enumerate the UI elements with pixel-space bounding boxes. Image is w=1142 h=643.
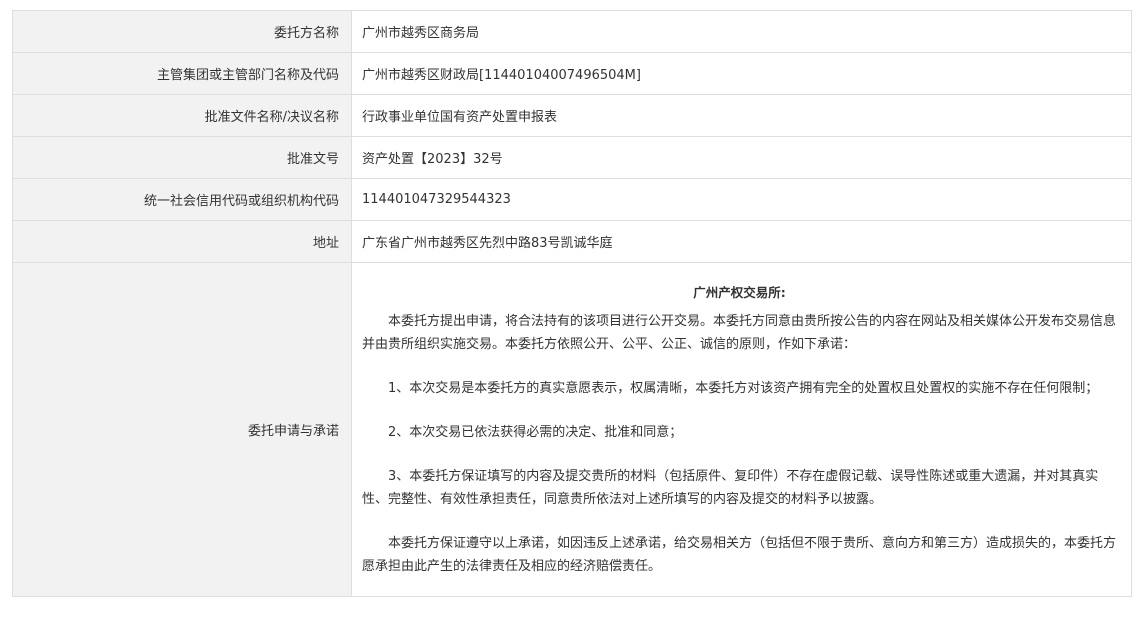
table-row: 批准文号 资产处置【2023】32号 xyxy=(12,136,1132,179)
commitment-content: 广州产权交易所: 本委托方提出申请，将合法持有的该项目进行公开交易。本委托方同意… xyxy=(351,262,1132,597)
row-label-client-name: 委托方名称 xyxy=(12,10,352,53)
commitment-paragraph: 1、本次交易是本委托方的真实意愿表示，权属清晰，本委托方对该资产拥有完全的处置权… xyxy=(388,381,1099,396)
table-row: 委托方名称 广州市越秀区商务局 xyxy=(12,10,1132,53)
row-value-client-name: 广州市越秀区商务局 xyxy=(351,10,1132,53)
table-row: 统一社会信用代码或组织机构代码 114401047329544323 xyxy=(12,178,1132,221)
table-row-commitment: 委托申请与承诺 广州产权交易所: 本委托方提出申请，将合法持有的该项目进行公开交… xyxy=(12,262,1132,597)
project-info-table: 委托方名称 广州市越秀区商务局 主管集团或主管部门名称及代码 广州市越秀区财政局… xyxy=(12,10,1132,597)
table-row: 主管集团或主管部门名称及代码 广州市越秀区财政局[114401040074965… xyxy=(12,52,1132,95)
table-row: 地址 广东省广州市越秀区先烈中路83号凯诚华庭 xyxy=(12,220,1132,263)
table-row: 批准文件名称/决议名称 行政事业单位国有资产处置申报表 xyxy=(12,94,1132,137)
row-value-credit-code: 114401047329544323 xyxy=(351,178,1132,221)
commitment-paragraph: 3、本委托方保证填写的内容及提交贵所的材料（包括原件、复印件）不存在虚假记载、误… xyxy=(362,469,1099,507)
commitment-heading: 广州产权交易所: xyxy=(693,285,786,300)
row-label-supervisor: 主管集团或主管部门名称及代码 xyxy=(12,52,352,95)
row-value-address: 广东省广州市越秀区先烈中路83号凯诚华庭 xyxy=(351,220,1132,263)
row-label-address: 地址 xyxy=(12,220,352,263)
commitment-paragraph: 本委托方提出申请，将合法持有的该项目进行公开交易。本委托方同意由贵所按公告的内容… xyxy=(362,314,1117,352)
commitment-paragraph: 本委托方保证遵守以上承诺，如因违反上述承诺，给交易相关方（包括但不限于贵所、意向… xyxy=(362,536,1117,574)
row-value-approval-number: 资产处置【2023】32号 xyxy=(351,136,1132,179)
row-label-commitment: 委托申请与承诺 xyxy=(12,262,352,597)
row-label-credit-code: 统一社会信用代码或组织机构代码 xyxy=(12,178,352,221)
row-value-supervisor: 广州市越秀区财政局[11440104007496504M] xyxy=(351,52,1132,95)
row-value-approval-doc: 行政事业单位国有资产处置申报表 xyxy=(351,94,1132,137)
row-label-approval-doc: 批准文件名称/决议名称 xyxy=(12,94,352,137)
row-label-approval-number: 批准文号 xyxy=(12,136,352,179)
commitment-paragraph: 2、本次交易已依法获得必需的决定、批准和同意； xyxy=(388,425,683,440)
